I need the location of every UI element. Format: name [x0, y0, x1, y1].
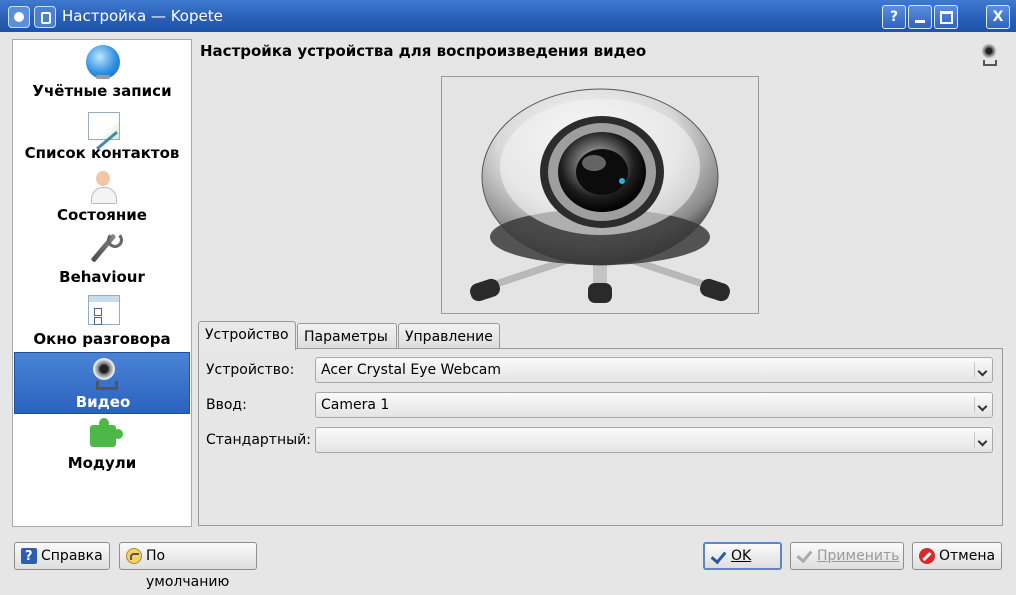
apply-button[interactable]: Применить — [790, 542, 904, 570]
video-preview — [441, 76, 759, 314]
device-select[interactable]: Acer Crystal Eye Webcam — [315, 357, 993, 383]
defaults-button[interactable]: По умолчанию — [119, 542, 257, 590]
sidebar-item-plugins[interactable]: Модули — [14, 414, 190, 476]
ok-button[interactable]: OK — [703, 542, 782, 570]
window-menu-icon[interactable] — [34, 6, 56, 28]
device-select-value: Acer Crystal Eye Webcam — [321, 362, 501, 378]
input-select[interactable]: Camera 1 — [315, 392, 993, 418]
puzzle-icon — [86, 417, 120, 451]
chevron-down-icon — [974, 397, 989, 413]
sidebar-item-status[interactable]: Состояние — [14, 166, 190, 228]
title-bar[interactable]: Настройка — Kopete ? X — [0, 0, 1016, 32]
tab-parameters[interactable]: Параметры — [297, 323, 397, 349]
standard-select[interactable] — [315, 427, 993, 453]
globe-icon — [86, 45, 120, 79]
sidebar-item-label: Behaviour — [59, 268, 145, 286]
sidebar-item-accounts[interactable]: Учётные записи — [14, 42, 190, 104]
cancel-icon — [919, 548, 935, 564]
sidebar-item-chat-window[interactable]: Окно разговора — [14, 290, 190, 352]
tab-device[interactable]: Устройство — [198, 321, 296, 350]
restore-defaults-icon — [126, 548, 142, 564]
sidebar-item-contact-list[interactable]: Список контактов — [14, 104, 190, 166]
sidebar-item-video[interactable]: Видео — [14, 352, 190, 414]
check-icon — [711, 549, 727, 565]
ok-button-label: OK — [731, 548, 752, 564]
wrench-icon — [86, 231, 123, 265]
help-button-label: Справка — [41, 548, 103, 564]
cancel-button-label: Отмена — [939, 548, 996, 564]
minimize-button[interactable] — [908, 5, 932, 29]
tab-controls[interactable]: Управление — [398, 323, 500, 349]
webcam-icon — [978, 43, 1000, 67]
chevron-down-icon — [974, 362, 989, 378]
context-help-button[interactable]: ? — [882, 5, 906, 29]
maximize-button[interactable] — [934, 5, 958, 29]
cancel-button[interactable]: Отмена — [912, 542, 1002, 570]
sidebar-item-label: Состояние — [57, 206, 147, 224]
close-button[interactable]: X — [986, 5, 1010, 29]
sidebar-item-label: Список контактов — [24, 144, 180, 162]
person-icon — [86, 169, 120, 204]
check-icon — [797, 548, 813, 564]
webcam-illustration — [470, 88, 730, 303]
window-title: Настройка — Kopete — [62, 7, 223, 25]
sidebar-item-label: Видео — [75, 393, 131, 411]
input-label: Ввод: — [206, 397, 247, 413]
help-icon — [21, 544, 37, 570]
chat-window-icon — [88, 295, 120, 325]
sidebar-item-behaviour[interactable]: Behaviour — [14, 228, 190, 290]
input-select-value: Camera 1 — [321, 397, 390, 413]
sidebar-item-label: Учётные записи — [32, 82, 172, 100]
sidebar-item-label: Модули — [67, 454, 137, 472]
contact-list-icon — [88, 112, 120, 140]
help-button[interactable]: Справка — [14, 542, 110, 570]
page-title: Настройка устройства для воспроизведения… — [200, 42, 647, 60]
device-label: Устройство: — [206, 362, 295, 378]
sidebar-item-label: Окно разговора — [33, 330, 171, 348]
apply-button-label: Применить — [817, 548, 900, 564]
standard-label: Стандартный: — [206, 432, 311, 448]
settings-category-list[interactable]: Учётные записи Список контактов Состояни… — [12, 39, 192, 527]
webcam-icon — [87, 356, 121, 390]
kopete-app-icon[interactable] — [8, 6, 30, 28]
chevron-down-icon — [974, 432, 989, 448]
